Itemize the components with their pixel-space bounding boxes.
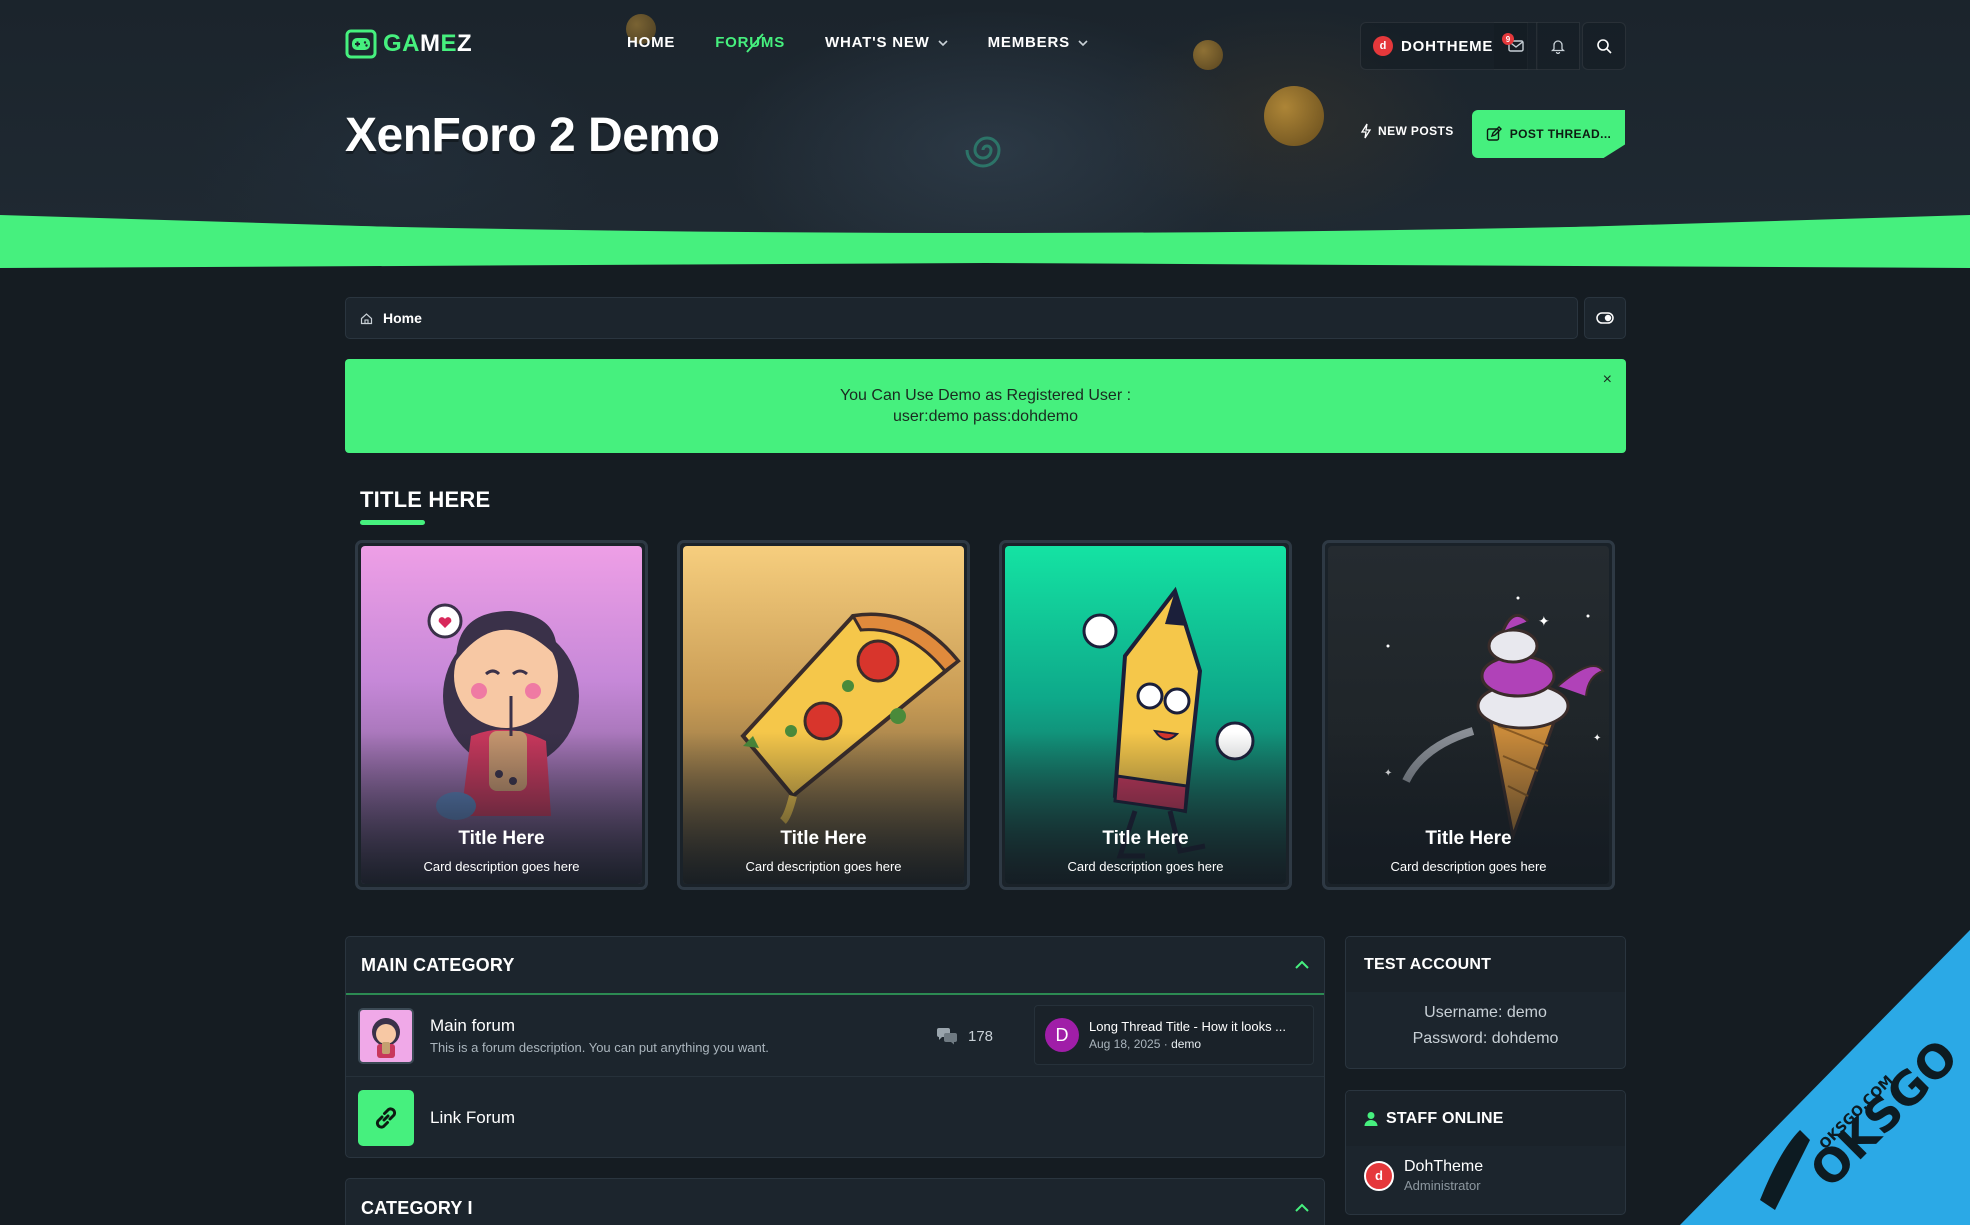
message-count: 178	[968, 1027, 994, 1045]
post-thread-button[interactable]: POST THREAD...	[1472, 110, 1625, 158]
user-icon	[1364, 1111, 1378, 1126]
avatar[interactable]: D	[1045, 1018, 1079, 1052]
last-post-meta: Aug 18, 2025 · demo	[1089, 1037, 1202, 1051]
featured-title: TITLE HERE	[360, 487, 491, 512]
forum-stats: 178	[936, 1027, 993, 1045]
forum-title[interactable]: Main forum	[430, 1016, 769, 1036]
watermark-logo: OKSGO.COM OKSGO	[1680, 930, 1970, 1225]
avatar: d	[1373, 36, 1393, 56]
notice-line-2: user:demo pass:dohdemo	[893, 408, 1078, 425]
toggle-icon	[1596, 312, 1614, 324]
card-title: Title Here	[1425, 828, 1512, 849]
staff-member[interactable]: d DohTheme Administrator	[1346, 1146, 1625, 1205]
search-button[interactable]	[1582, 22, 1626, 70]
new-posts-button[interactable]: NEW POSTS	[1360, 123, 1454, 139]
card-title: Title Here	[780, 828, 867, 849]
widget-title: TEST ACCOUNT	[1364, 955, 1492, 973]
card-description: Card description goes here	[1390, 859, 1547, 874]
forum-description: This is a forum description. You can put…	[430, 1040, 769, 1055]
nav-home[interactable]: HOME	[627, 34, 675, 51]
staff-online-widget: STAFF ONLINE d DohTheme Administrator	[1345, 1090, 1626, 1215]
chevron-up-icon[interactable]	[1295, 1203, 1309, 1213]
staff-name[interactable]: DohTheme	[1404, 1158, 1483, 1176]
title-underline	[360, 520, 425, 525]
accent-stripe	[0, 215, 1970, 268]
test-username: Username: demo	[1424, 1004, 1547, 1021]
chevron-down-icon[interactable]	[1078, 38, 1088, 48]
category-title[interactable]: MAIN CATEGORY	[361, 955, 515, 976]
bell-icon	[1551, 40, 1565, 54]
breadcrumb-home[interactable]: Home	[383, 310, 422, 326]
card-description: Card description goes here	[423, 859, 580, 874]
gamepad-icon	[345, 29, 377, 59]
chevron-up-icon[interactable]	[1295, 960, 1309, 970]
nav-whats-new[interactable]: WHAT'S NEW	[825, 34, 948, 51]
card-description: Card description goes here	[1067, 859, 1224, 874]
last-post-user[interactable]: demo	[1171, 1037, 1201, 1051]
featured-card[interactable]: Title Here Card description goes here	[677, 540, 970, 890]
featured-card[interactable]: Title Here Card description goes here	[999, 540, 1292, 890]
svg-text:✦: ✦	[1538, 614, 1550, 630]
page-title: XenForo 2 Demo	[345, 109, 720, 162]
card-title: Title Here	[458, 828, 545, 849]
site-logo[interactable]: GAMEZ	[345, 29, 472, 59]
last-post[interactable]: D Long Thread Title - How it looks ... A…	[1034, 1005, 1314, 1065]
style-variation-toggle[interactable]	[1584, 297, 1626, 339]
widget-title: STAFF ONLINE	[1386, 1109, 1504, 1127]
card-title: Title Here	[1102, 828, 1189, 849]
demo-notice: You Can Use Demo as Registered User : us…	[345, 359, 1626, 453]
category-block: CATEGORY I	[345, 1178, 1325, 1225]
staff-role: Administrator	[1404, 1178, 1481, 1193]
comments-icon	[937, 1028, 957, 1045]
chevron-down-icon[interactable]	[938, 38, 948, 48]
category-title[interactable]: CATEGORY I	[361, 1198, 473, 1219]
alerts-button[interactable]	[1536, 22, 1580, 70]
edit-icon	[1486, 126, 1502, 141]
avatar[interactable]: d	[1364, 1160, 1394, 1191]
home-icon	[360, 312, 373, 324]
link-forum-node: Link Forum	[346, 1077, 1324, 1157]
category-header[interactable]: MAIN CATEGORY	[346, 937, 1324, 995]
link-icon	[375, 1107, 397, 1129]
category-block: MAIN CATEGORY Main forum This is a forum…	[345, 936, 1325, 1158]
featured-card[interactable]: Title Here Card description goes here	[355, 540, 648, 890]
category-header[interactable]: CATEGORY I	[346, 1179, 1324, 1225]
link-forum-icon[interactable]	[358, 1090, 414, 1146]
user-name: DOHTHEME	[1401, 37, 1494, 55]
forum-node: Main forum This is a forum description. …	[346, 995, 1324, 1077]
search-icon	[1597, 39, 1612, 54]
main-nav: HOME FORUMS WHAT'S NEW MEMBERS	[627, 33, 1128, 53]
inbox-badge: 9	[1502, 33, 1514, 45]
forum-icon[interactable]	[358, 1007, 414, 1064]
nav-forums[interactable]: FORUMS	[715, 33, 785, 53]
notice-line-1: You Can Use Demo as Registered User :	[839, 387, 1132, 404]
nav-members[interactable]: MEMBERS	[988, 34, 1088, 51]
test-account-widget: TEST ACCOUNT Username: demo Password: do…	[1345, 936, 1626, 1069]
test-password: Password: dohdemo	[1412, 1030, 1559, 1047]
card-description: Card description goes here	[745, 859, 902, 874]
active-slash-icon	[746, 33, 764, 53]
last-thread-title[interactable]: Long Thread Title - How it looks ...	[1089, 1019, 1307, 1034]
bolt-icon	[1360, 123, 1372, 139]
logo-text: GAMEZ	[383, 30, 473, 57]
featured-card[interactable]: ✦ ✦ ✦ Title Here Card description goes h…	[1322, 540, 1615, 890]
close-icon[interactable]: ×	[1603, 369, 1612, 390]
link-forum-title[interactable]: Link Forum	[430, 1108, 515, 1128]
breadcrumb: Home	[345, 297, 1578, 339]
forum-avatar-icon	[372, 1017, 400, 1058]
inbox-button[interactable]: 9	[1494, 22, 1538, 70]
